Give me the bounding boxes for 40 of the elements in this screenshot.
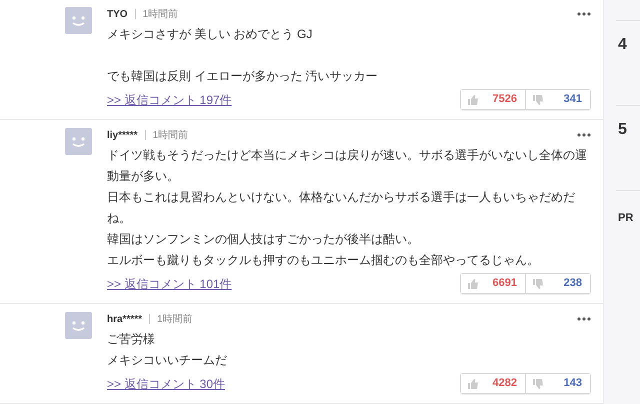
user-name[interactable]: liy*****	[107, 128, 138, 142]
comment-text: ね。	[107, 210, 132, 227]
timestamp: 1時間前	[152, 128, 188, 142]
dislike-button[interactable]: 143	[525, 374, 590, 393]
timestamp: 1時間前	[157, 312, 193, 326]
comment-text: エルボーも蹴りもタックルも押すのもユニホーム掴むのも全部やってるじゃん。	[107, 252, 540, 269]
like-button[interactable]: 4282	[461, 374, 525, 393]
avatar-icon	[65, 128, 92, 155]
timestamp: 1時間前	[142, 8, 178, 22]
comment-text: 韓国はソンフンミンの個人技はすごかったが後半は酷い。	[107, 231, 420, 248]
more-icon[interactable]	[577, 12, 591, 16]
like-button[interactable]: 7526	[461, 90, 525, 109]
avatar-icon	[65, 312, 92, 339]
comment-text: 日本もこれは見習わんといけない。体格ないんだからサボる選手は一人もいちゃだめだ	[107, 189, 576, 206]
user-name[interactable]: hra*****	[107, 312, 142, 326]
rank-number: 5	[618, 121, 627, 138]
like-button[interactable]: 6691	[461, 274, 525, 293]
thumbs-up-icon	[467, 94, 479, 106]
dislike-button[interactable]: 238	[525, 274, 590, 293]
more-icon[interactable]	[577, 317, 591, 321]
replies-link[interactable]: >> 返信コメント 101件	[107, 274, 232, 292]
comment-text: 動量が多い。	[107, 168, 180, 185]
avatar-icon	[65, 7, 92, 34]
thumbs-down-icon	[532, 278, 544, 290]
replies-link[interactable]: >> 返信コメント 197件	[107, 90, 232, 108]
more-icon[interactable]	[577, 133, 591, 137]
thumbs-down-icon	[532, 94, 544, 106]
dislike-button[interactable]: 341	[525, 90, 590, 109]
rank-number: 4	[618, 36, 627, 53]
comment-text: ご苦労様	[107, 331, 156, 348]
comment-text: メキシコいいチームだ	[107, 352, 228, 369]
pr-label: PR	[618, 212, 634, 224]
user-name[interactable]: TYO	[107, 6, 128, 22]
replies-link[interactable]: >> 返信コメント 30件	[107, 374, 226, 392]
comment-text: メキシコさすが 美しい おめでとう GJ	[107, 26, 314, 43]
thumbs-down-icon	[532, 378, 544, 390]
thumbs-up-icon	[467, 278, 479, 290]
comment-text: でも韓国は反則 イエローが多かった 汚いサッカー	[107, 68, 379, 85]
comment-text: ドイツ戦もそうだったけど本当にメキシコは戻りが速い。サボる選手がいないし全体の運	[107, 147, 588, 164]
thumbs-up-icon	[467, 378, 479, 390]
